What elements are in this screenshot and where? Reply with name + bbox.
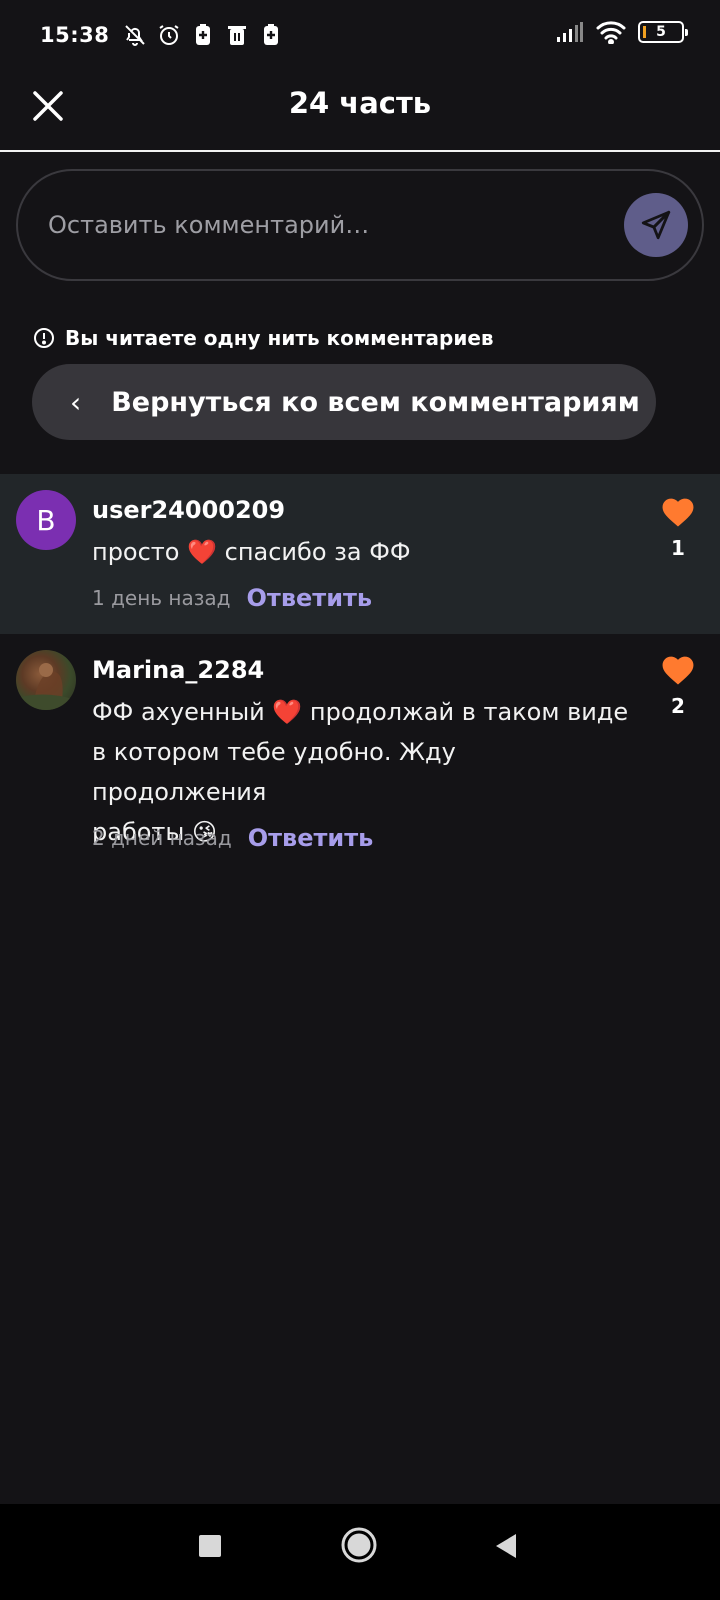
- bell-off-icon: [125, 25, 146, 46]
- comment-box: [16, 169, 704, 281]
- heart-emoji: ❤️: [272, 698, 303, 726]
- wifi-icon: [596, 21, 626, 44]
- reply-button[interactable]: Ответить: [247, 584, 373, 612]
- thread-notice: Вы читаете одну нить комментариев: [33, 326, 494, 350]
- avatar[interactable]: В: [16, 490, 76, 550]
- back-to-all-comments-button[interactable]: ‹ Вернуться ко всем комментариям: [32, 364, 656, 440]
- comment-item: Marina_2284 ФФ ахуенный ❤️ продолжай в т…: [0, 634, 720, 874]
- back-to-all-comments-label: Вернуться ко всем комментариям: [111, 386, 640, 418]
- home-circle-icon: [341, 1527, 377, 1563]
- back-button[interactable]: [494, 1532, 518, 1564]
- comment-author[interactable]: user24000209: [92, 496, 285, 524]
- chevron-left-icon: ‹: [70, 385, 82, 419]
- info-icon: [34, 328, 54, 348]
- comment-time: 1 день назад: [92, 586, 231, 610]
- send-icon: [641, 210, 671, 240]
- reply-button[interactable]: Ответить: [248, 824, 374, 852]
- recents-button[interactable]: [198, 1534, 222, 1562]
- heart-icon: [662, 498, 694, 527]
- send-button[interactable]: [624, 193, 688, 257]
- avatar-photo-icon: [16, 663, 76, 710]
- status-time: 15:38: [40, 23, 110, 47]
- like-count: 1: [671, 536, 685, 560]
- triangle-back-icon: [496, 1534, 516, 1558]
- comment-input[interactable]: [18, 171, 624, 279]
- thread-notice-text: Вы читаете одну нить комментариев: [65, 326, 494, 350]
- battery-saver-icon: [264, 24, 279, 45]
- comment-time: 2 дней назад: [92, 826, 232, 850]
- trash-icon: [228, 26, 247, 45]
- signal-icon: [557, 22, 583, 42]
- page-title: 24 часть: [288, 86, 432, 120]
- comment-author[interactable]: Marina_2284: [92, 656, 264, 684]
- heart-emoji: ❤️: [187, 538, 217, 566]
- battery-indicator: 5: [638, 21, 688, 43]
- avatar[interactable]: [16, 650, 76, 710]
- home-button[interactable]: [340, 1526, 378, 1568]
- system-nav-bar: [0, 1504, 720, 1600]
- status-bar: 15:38 5: [0, 0, 720, 70]
- alarm-icon: [159, 25, 179, 45]
- square-icon: [199, 1535, 221, 1557]
- like-button[interactable]: 1: [658, 494, 698, 560]
- heart-icon: [662, 656, 694, 685]
- comment-text: просто ❤️ спасибо за ФФ: [92, 538, 411, 566]
- header: 24 часть: [0, 70, 720, 152]
- like-count: 2: [671, 694, 685, 718]
- comment-item: В user24000209 просто ❤️ спасибо за ФФ 1…: [0, 474, 720, 634]
- battery-saver-icon: [196, 24, 211, 45]
- like-button[interactable]: 2: [658, 652, 698, 718]
- battery-level: 5: [656, 24, 666, 40]
